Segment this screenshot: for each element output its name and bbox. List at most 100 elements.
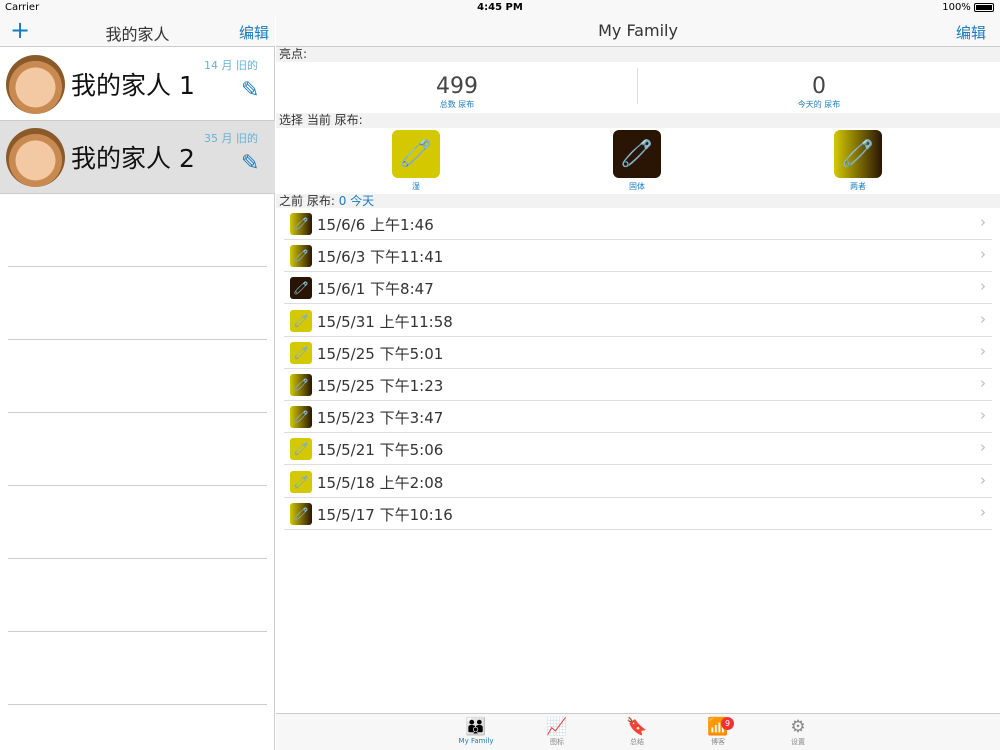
history-row[interactable]: 🧷 15/5/31 上午11:58 › xyxy=(284,305,992,337)
chevron-right-icon: › xyxy=(980,406,986,425)
chevron-right-icon: › xyxy=(980,245,986,264)
tab-my-family[interactable]: 👪 My Family xyxy=(446,717,506,745)
diaper-icon: 🧷 xyxy=(290,213,312,235)
badge: 9 xyxy=(721,717,734,730)
diaper-icon: 🧷 xyxy=(834,130,882,178)
type-label: 湿 xyxy=(412,182,420,191)
history-row[interactable]: 🧷 15/5/17 下午10:16 › xyxy=(284,498,992,530)
tab-label: 博客 xyxy=(711,738,725,746)
type-label: 两者 xyxy=(850,182,866,191)
chevron-right-icon: › xyxy=(980,374,986,392)
diaper-icon: 🧷 xyxy=(290,374,312,396)
person-name: 我的家人 1 xyxy=(71,71,195,100)
diaper-type-wet[interactable]: 🧷 湿 xyxy=(386,130,446,192)
avatar xyxy=(6,55,65,114)
tab-label: 总结 xyxy=(630,738,644,746)
history-row[interactable]: 🧷 15/6/3 下午11:41 › xyxy=(284,240,992,273)
diaper-icon: 🧷 xyxy=(290,277,312,300)
chevron-right-icon: › xyxy=(980,277,986,296)
sidebar-navbar: + 我的家人 编辑 xyxy=(0,16,275,47)
history-time: 15/6/3 下午11:41 xyxy=(317,248,444,267)
total-stat: 499 总数 尿布 xyxy=(276,62,638,112)
history-time: 15/5/23 下午3:47 xyxy=(317,409,444,428)
history-time: 15/5/21 下午5:06 xyxy=(317,441,444,460)
history-row[interactable]: 🧷 15/6/6 上午1:46 › xyxy=(284,208,992,240)
diaper-icon: 🧷 xyxy=(290,309,312,332)
diaper-icon: 🧷 xyxy=(290,502,312,525)
person-row[interactable]: 我的家人 2 35 月 旧的 ✎ xyxy=(0,121,275,194)
chart-icon: 📈 xyxy=(546,717,568,737)
history-time: 15/6/6 上午1:46 xyxy=(317,216,434,234)
history-time: 15/5/25 下午5:01 xyxy=(317,344,444,363)
chevron-right-icon: › xyxy=(980,309,986,328)
history-time: 15/5/17 下午10:16 xyxy=(317,505,453,524)
tab-settings[interactable]: ⚙ 设置 xyxy=(768,717,828,747)
divider xyxy=(8,412,267,413)
history-row[interactable]: 🧷 15/6/1 下午8:47 › xyxy=(284,272,992,305)
diaper-icon: 🧷 xyxy=(392,130,440,178)
detail-pane: My Family 编辑 亮点: 499 总数 尿布 0 今天的 尿布 选择 当… xyxy=(276,0,1000,750)
tab-label: My Family xyxy=(458,737,494,745)
sidebar-title: 我的家人 xyxy=(105,25,170,44)
today-value: 0 xyxy=(812,74,826,99)
tab-blog[interactable]: 📶 9 博客 xyxy=(688,717,748,747)
tab-summary[interactable]: 🔖 总结 xyxy=(607,717,667,747)
edit-button[interactable]: 编辑 xyxy=(956,22,986,43)
divider xyxy=(8,631,267,632)
detail-navbar: My Family 编辑 xyxy=(276,16,1000,47)
rss-icon: 📶 xyxy=(707,717,729,737)
tab-chart[interactable]: 📈 图标 xyxy=(527,717,587,747)
today-label: 今天的 尿布 xyxy=(797,100,841,109)
previous-count: 0 今天 xyxy=(338,194,375,208)
history-row[interactable]: 🧷 15/5/25 下午5:01 › xyxy=(284,337,992,369)
bookmark-icon: 🔖 xyxy=(626,717,648,737)
diaper-type-both[interactable]: 🧷 两者 xyxy=(828,130,888,192)
diaper-icon: 🧷 xyxy=(613,130,661,178)
tab-bar: 👪 My Family 📈 图标 🔖 总结 📶 9 博客 ⚙ 设置 xyxy=(276,713,1000,750)
clock: 4:45 PM xyxy=(477,2,523,13)
edit-pencil-icon[interactable]: ✎ xyxy=(241,151,259,176)
diaper-type-solid[interactable]: 🧷 固体 xyxy=(607,130,667,192)
battery-percent: 100% xyxy=(942,2,971,13)
previous-header: 之前 尿布: 0 今天 xyxy=(276,194,1000,208)
person-age: 14 月 旧的 xyxy=(204,59,258,72)
diaper-icon: 🧷 xyxy=(290,245,312,268)
tab-label: 图标 xyxy=(550,738,564,746)
select-header: 选择 当前 尿布: xyxy=(276,113,1000,128)
history-row[interactable]: 🧷 15/5/23 下午3:47 › xyxy=(284,401,992,434)
tab-label: 设置 xyxy=(791,738,805,746)
sidebar-edit-button[interactable]: 编辑 xyxy=(239,22,269,43)
divider xyxy=(8,485,267,486)
chevron-right-icon: › xyxy=(980,502,986,521)
battery-icon xyxy=(974,2,994,12)
total-label: 总数 尿布 xyxy=(439,100,475,109)
person-row[interactable]: 我的家人 1 14 月 旧的 ✎ xyxy=(0,48,275,121)
person-name: 我的家人 2 xyxy=(71,144,195,173)
status-bar: Carrier 4:45 PM 100% xyxy=(0,0,1000,16)
diaper-icon: 🧷 xyxy=(290,406,312,429)
history-row[interactable]: 🧷 15/5/25 下午1:23 › xyxy=(284,369,992,401)
divider xyxy=(8,339,267,340)
chevron-right-icon: › xyxy=(980,470,986,489)
divider xyxy=(8,266,267,267)
page-title: My Family xyxy=(598,21,678,40)
type-label: 固体 xyxy=(629,182,645,191)
person-age: 35 月 旧的 xyxy=(204,132,258,145)
people-icon: 👪 xyxy=(465,717,487,737)
history-time: 15/5/18 上午2:08 xyxy=(317,473,444,492)
chevron-right-icon: › xyxy=(980,213,986,231)
previous-label: 之前 尿布: xyxy=(279,194,335,208)
gear-icon: ⚙ xyxy=(790,717,806,737)
chevron-right-icon: › xyxy=(980,438,986,457)
history-row[interactable]: 🧷 15/5/18 上午2:08 › xyxy=(284,466,992,498)
battery-indicator: 100% xyxy=(942,2,994,13)
edit-pencil-icon[interactable]: ✎ xyxy=(241,78,259,103)
diaper-icon: 🧷 xyxy=(290,438,312,461)
divider xyxy=(8,558,267,559)
history-row[interactable]: 🧷 15/5/21 下午5:06 › xyxy=(284,433,992,466)
avatar xyxy=(6,128,65,187)
history-time: 15/6/1 下午8:47 xyxy=(317,280,434,299)
total-value: 499 xyxy=(436,74,478,99)
chevron-right-icon: › xyxy=(980,341,986,360)
history-time: 15/5/31 上午11:58 xyxy=(317,312,453,331)
